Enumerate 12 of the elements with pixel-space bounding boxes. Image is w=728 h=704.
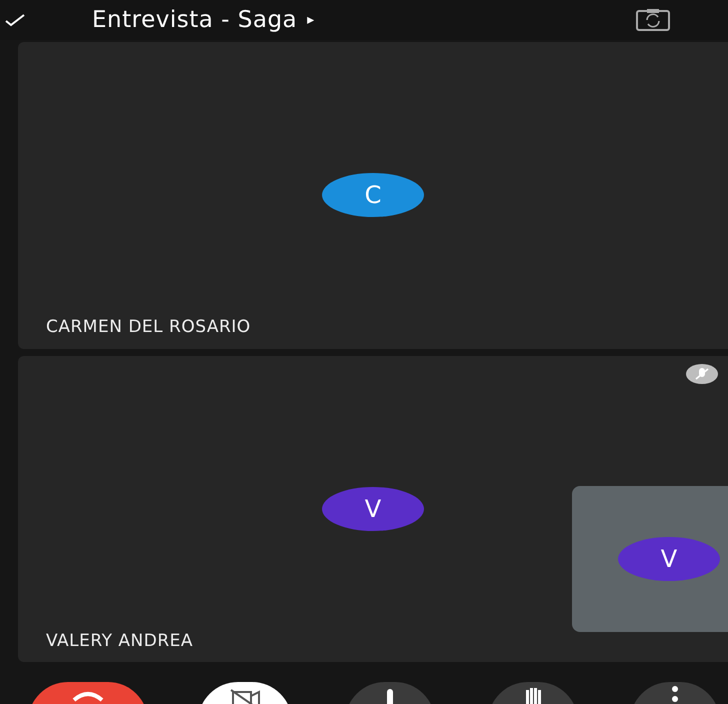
check-icon[interactable]	[4, 13, 26, 27]
avatar: V	[322, 486, 424, 531]
mic-icon	[387, 686, 393, 704]
switch-camera-icon[interactable]	[636, 8, 670, 32]
meeting-title: Entrevista - Saga	[92, 6, 298, 35]
participant-name: CARMEN DEL ROSARIO	[46, 316, 251, 339]
expand-arrow[interactable]: ▸	[307, 10, 314, 30]
hand-icon	[526, 686, 540, 704]
avatar: V	[618, 536, 720, 581]
avatar: C	[322, 173, 424, 218]
participant-name: VALERY ANDREA	[46, 630, 194, 652]
more-icon	[672, 686, 678, 702]
